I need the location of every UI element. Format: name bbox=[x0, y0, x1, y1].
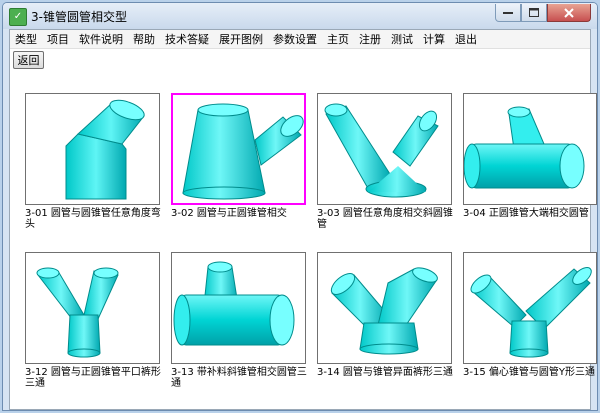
back-button[interactable]: 返回 bbox=[13, 51, 44, 69]
menu-item-parameters[interactable]: 参数设置 bbox=[268, 31, 322, 47]
menu-item-calculate[interactable]: 计算 bbox=[418, 31, 450, 47]
menu-item-software-info[interactable]: 软件说明 bbox=[74, 31, 128, 47]
cone-with-branch-icon bbox=[182, 103, 304, 200]
oblique-cone-branch-icon bbox=[324, 103, 439, 198]
maximize-icon bbox=[529, 8, 539, 17]
menu-item-unfold-examples[interactable]: 展开图例 bbox=[214, 31, 268, 47]
thumbnail-frame[interactable] bbox=[463, 252, 597, 364]
y-tee-icon bbox=[470, 267, 592, 358]
elbow-tube-icon bbox=[65, 99, 145, 200]
app-window: ✓ 3-锥管圆管相交型 类型 项目 软件说明 帮助 技术答疑 展开图例 参数设置… bbox=[2, 2, 598, 411]
y-branch-icon bbox=[330, 267, 438, 355]
pants-tee-icon bbox=[36, 267, 119, 358]
app-icon: ✓ bbox=[9, 8, 27, 26]
thumbnail-frame[interactable] bbox=[317, 252, 452, 364]
thumbnail-frame[interactable] bbox=[25, 252, 160, 364]
thumbnail-frame[interactable] bbox=[171, 252, 306, 364]
menu-item-help[interactable]: 帮助 bbox=[128, 31, 160, 47]
close-button[interactable] bbox=[547, 4, 591, 22]
thumbnail-frame-selected[interactable] bbox=[171, 93, 306, 205]
cylinder-tee-icon bbox=[173, 261, 295, 346]
maximize-button[interactable] bbox=[521, 4, 547, 22]
minimize-icon bbox=[503, 11, 513, 14]
menu-item-exit[interactable]: 退出 bbox=[450, 31, 482, 47]
menu-item-type[interactable]: 类型 bbox=[10, 31, 42, 47]
menu-bar: 类型 项目 软件说明 帮助 技术答疑 展开图例 参数设置 主页 注册 测试 计算… bbox=[10, 30, 590, 49]
menu-item-home[interactable]: 主页 bbox=[322, 31, 354, 47]
item-caption: 3-12 圆管与正圆锥管平口裤形三通 bbox=[25, 367, 161, 389]
item-caption: 3-04 正圆锥管大端相交圆管 bbox=[463, 208, 589, 219]
thumbnail-frame[interactable] bbox=[317, 93, 452, 205]
item-caption: 3-13 带补料斜锥管相交圆管三通 bbox=[171, 367, 307, 389]
menu-item-test[interactable]: 测试 bbox=[386, 31, 418, 47]
client-area: 类型 项目 软件说明 帮助 技术答疑 展开图例 参数设置 主页 注册 测试 计算… bbox=[9, 29, 597, 410]
item-caption: 3-02 圆管与正圆锥管相交 bbox=[171, 208, 287, 219]
title-bar: ✓ 3-锥管圆管相交型 bbox=[3, 3, 597, 29]
window-title: 3-锥管圆管相交型 bbox=[31, 10, 127, 24]
item-caption: 3-15 偏心锥管与圆管Y形三通 bbox=[463, 367, 595, 378]
minimize-button[interactable] bbox=[495, 4, 521, 22]
cone-tee-icon bbox=[464, 106, 585, 189]
menu-item-project[interactable]: 项目 bbox=[42, 31, 74, 47]
item-caption: 3-01 圆管与圆锥管任意角度弯头 bbox=[25, 208, 161, 230]
item-caption: 3-14 圆管与锥管异面裤形三通 bbox=[317, 367, 453, 378]
close-icon bbox=[564, 7, 574, 18]
menu-item-tech-qa[interactable]: 技术答疑 bbox=[160, 31, 214, 47]
item-caption: 3-03 圆管任意角度相交斜圆锥管 bbox=[317, 208, 453, 230]
thumbnail-frame[interactable] bbox=[463, 93, 597, 205]
window-controls bbox=[495, 4, 591, 23]
menu-item-register[interactable]: 注册 bbox=[354, 31, 386, 47]
thumbnail-frame[interactable] bbox=[25, 93, 160, 205]
